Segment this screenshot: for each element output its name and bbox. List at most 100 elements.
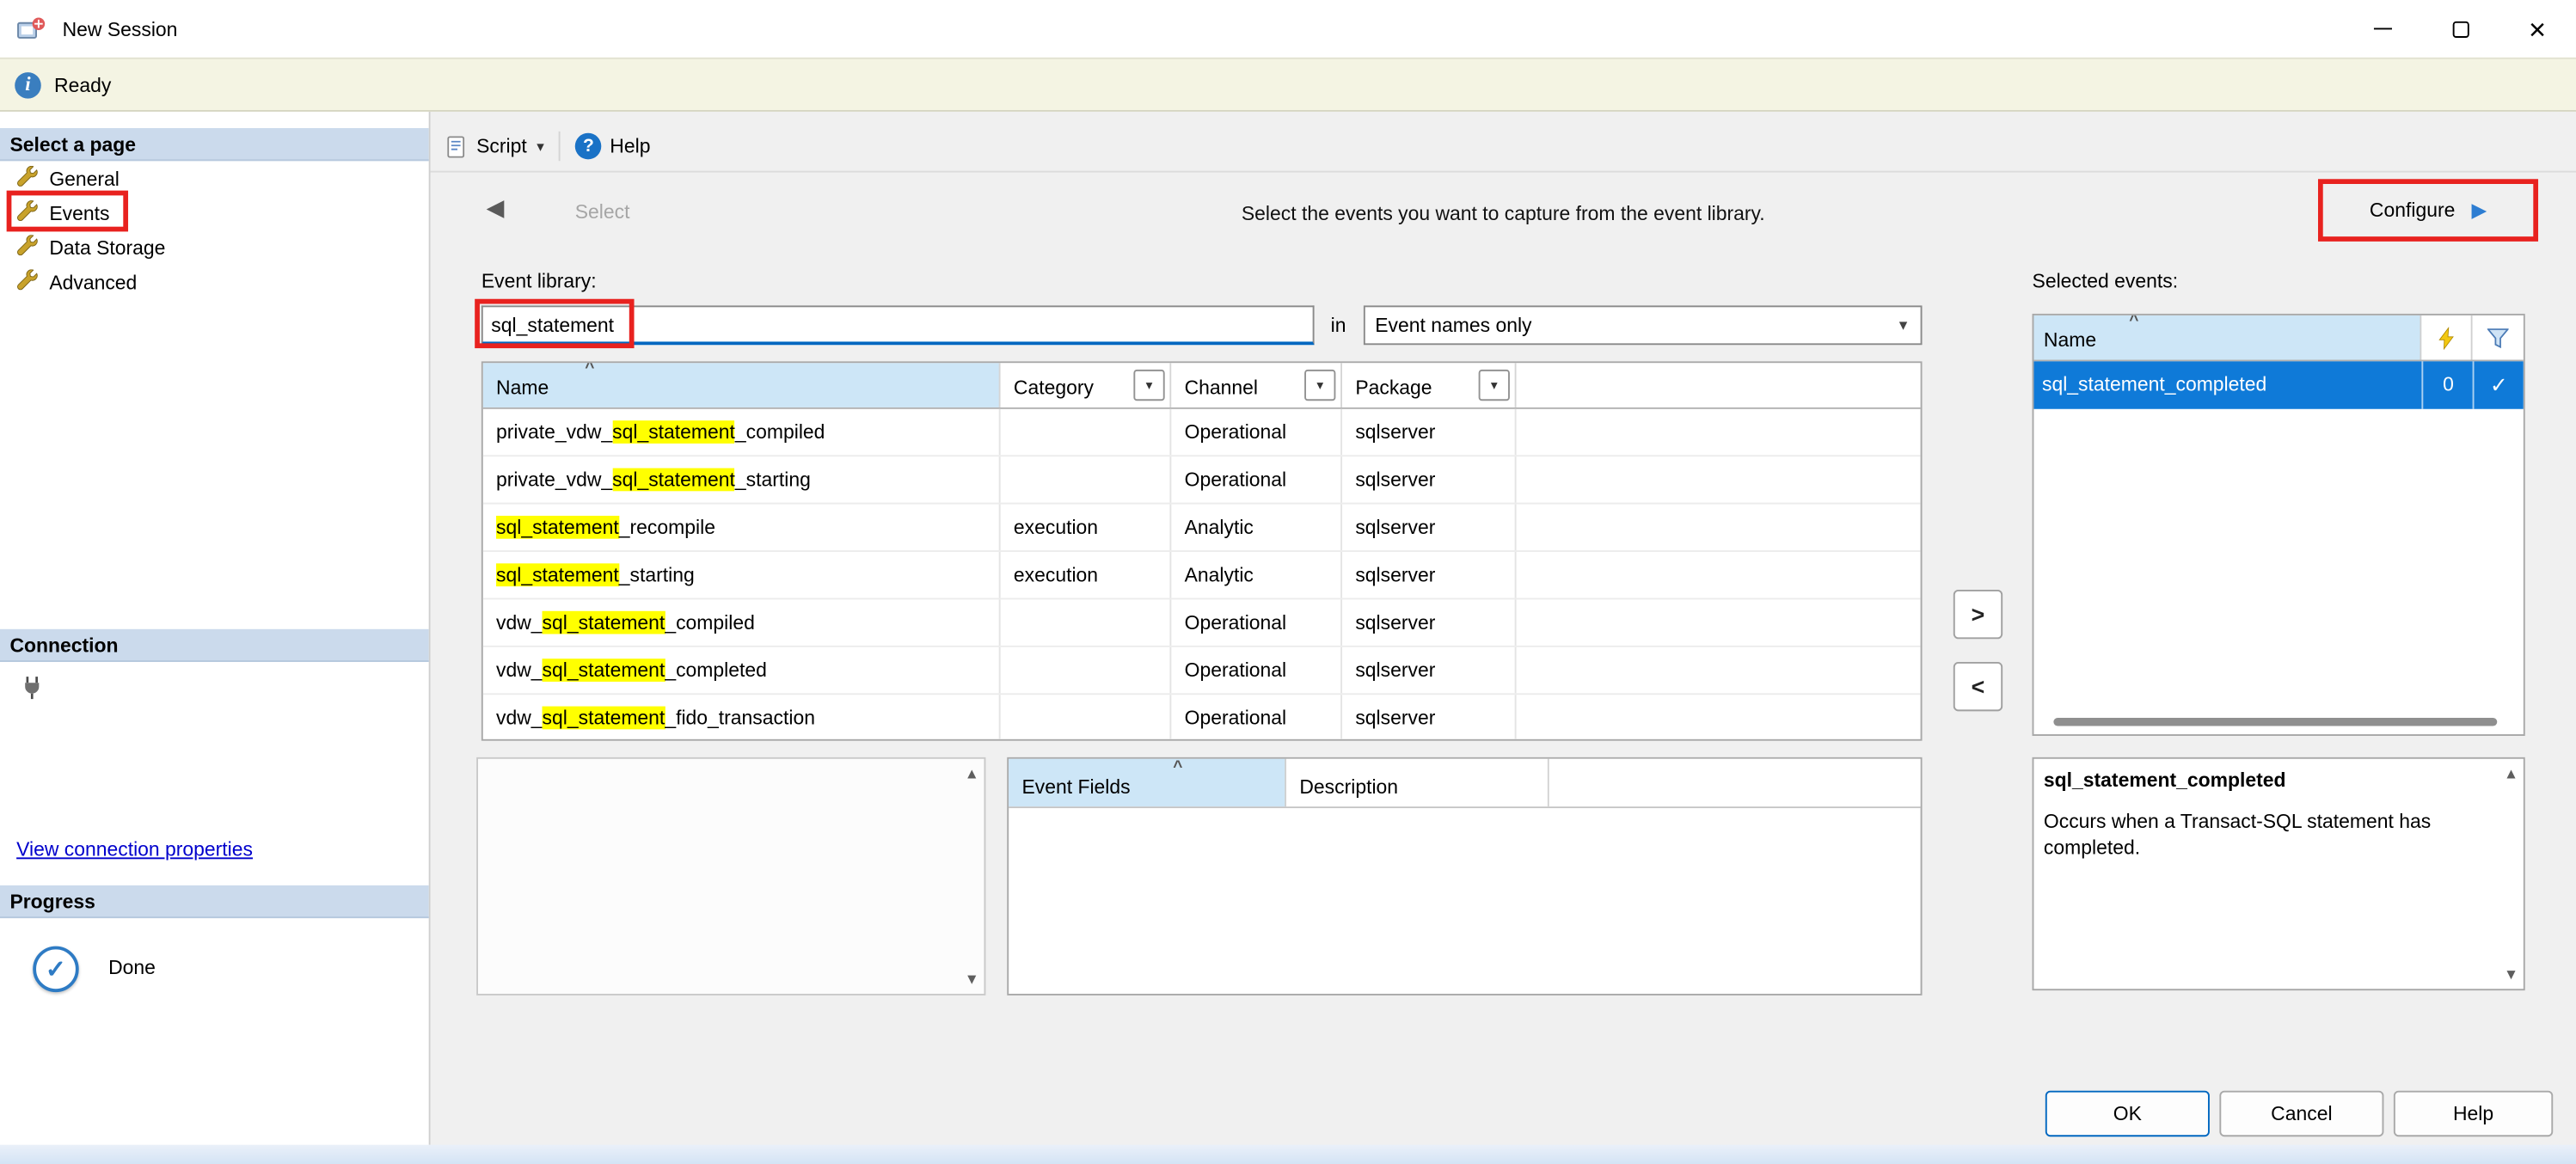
scroll-up-arrow[interactable]: ▲: [2504, 765, 2518, 781]
event-count-header[interactable]: [2422, 316, 2473, 360]
help-button[interactable]: Help: [610, 135, 650, 158]
wrench-icon: [16, 199, 38, 226]
sidebar-item-label: Advanced: [49, 270, 137, 293]
package-filter-button[interactable]: ▾: [1479, 370, 1510, 401]
channel-cell: Analytic: [1171, 505, 1342, 550]
event-name-text: _starting: [619, 563, 695, 586]
category-cell: [1001, 409, 1172, 455]
event-name-text: _compiled: [665, 611, 755, 634]
search-match-highlight: sql_statement: [543, 611, 665, 634]
package-cell: sqlserver: [1342, 505, 1517, 550]
chevron-down-icon: ▾: [1899, 316, 1908, 334]
connection-header: Connection: [0, 629, 429, 662]
event-name-text: _completed: [665, 659, 767, 682]
event-fields-header-row: ^ Event Fields Description: [1009, 759, 1920, 808]
package-cell: sqlserver: [1342, 695, 1517, 740]
search-match-highlight: sql_statement: [543, 707, 665, 730]
cancel-button[interactable]: Cancel: [2219, 1091, 2383, 1136]
description-header[interactable]: Description: [1286, 759, 1549, 806]
table-row[interactable]: vdw_sql_statement_compiled Operational s…: [483, 599, 1921, 646]
event-name-cell: private_vdw_sql_statement_starting: [483, 456, 1001, 502]
channel-cell: Analytic: [1171, 552, 1342, 597]
scroll-down-arrow[interactable]: ▼: [965, 971, 979, 987]
add-event-button[interactable]: >: [1953, 590, 2003, 639]
status-bar: i Ready: [0, 58, 2576, 112]
view-connection-properties-link[interactable]: View connection properties: [16, 837, 253, 861]
title-bar: New Session ×: [0, 0, 2576, 58]
main-panel: Script ▾ ? Help ◀ Select Select the even…: [431, 112, 2576, 1145]
event-library-search-input[interactable]: [481, 305, 1315, 345]
chevron-down-icon: ▾: [1491, 377, 1498, 392]
window-title: New Session: [63, 17, 178, 40]
scrollbar-thumb[interactable]: [2053, 718, 2497, 726]
event-fields-header[interactable]: ^ Event Fields: [1009, 759, 1286, 806]
channel-cell: Operational: [1171, 695, 1342, 740]
event-library-table: ^ Name Category ▾ Channel ▾ Package ▾: [481, 361, 1923, 740]
sidebar-item-advanced[interactable]: Advanced: [16, 265, 137, 299]
library-event-detail-panel: ▲ ▼: [476, 757, 985, 996]
column-header-label: Name: [2044, 328, 2096, 352]
column-header-name[interactable]: ^ Name: [483, 363, 1001, 407]
channel-filter-button[interactable]: ▾: [1304, 370, 1335, 401]
event-name-cell: vdw_sql_statement_compiled: [483, 599, 1001, 645]
filler-cell: [1517, 695, 1921, 740]
help-icon: ?: [575, 133, 602, 160]
scroll-up-arrow[interactable]: ▲: [965, 765, 979, 781]
column-header-label: Name: [496, 377, 549, 400]
table-row[interactable]: sql_statement_recompile execution Analyt…: [483, 505, 1921, 552]
sidebar-item-general[interactable]: General: [16, 161, 120, 195]
ok-button[interactable]: OK: [2045, 1091, 2210, 1136]
sidebar-item-data-storage[interactable]: Data Storage: [16, 230, 165, 264]
connection-icon: [20, 675, 45, 700]
event-name-cell: vdw_sql_statement_completed: [483, 647, 1001, 693]
table-row[interactable]: vdw_sql_statement_completed Operational …: [483, 647, 1921, 695]
table-header-row: ^ Name Category ▾ Channel ▾ Package ▾: [483, 363, 1921, 408]
filler-cell: [1517, 599, 1921, 645]
toolbar-divider: [431, 171, 2576, 173]
window-bottom-edge: [0, 1145, 2576, 1164]
selected-name-header[interactable]: ^ Name: [2033, 316, 2422, 360]
search-match-highlight: sql_statement: [612, 420, 735, 444]
event-library-label: Event library:: [481, 269, 597, 292]
column-header-filler: [1517, 363, 1921, 407]
script-dropdown-button[interactable]: ▾: [537, 138, 544, 156]
lightning-icon: [2438, 326, 2456, 349]
scroll-down-arrow[interactable]: ▼: [2504, 965, 2518, 982]
column-header-label: Package: [1355, 377, 1432, 400]
remove-event-button[interactable]: <: [1953, 662, 2003, 711]
search-match-highlight: sql_statement: [496, 516, 619, 539]
help-footer-button[interactable]: Help: [2394, 1091, 2553, 1136]
selected-event-row[interactable]: sql_statement_completed 0 ✓: [2033, 361, 2523, 408]
sidebar-item-events[interactable]: Events: [16, 195, 109, 230]
category-filter-button[interactable]: ▾: [1133, 370, 1164, 401]
check-icon: ✓: [2473, 361, 2524, 408]
table-row[interactable]: private_vdw_sql_statement_compiled Opera…: [483, 409, 1921, 456]
chevron-down-icon: ▾: [1316, 377, 1323, 392]
category-cell: [1001, 456, 1172, 502]
selected-events-header: ^ Name: [2033, 316, 2523, 361]
table-row[interactable]: sql_statement_starting execution Analyti…: [483, 552, 1921, 599]
column-header-category[interactable]: Category ▾: [1001, 363, 1172, 407]
search-scope-dropdown[interactable]: Event names only ▾: [1364, 305, 1923, 345]
maximize-button[interactable]: [2421, 0, 2499, 58]
table-row[interactable]: private_vdw_sql_statement_starting Opera…: [483, 456, 1921, 504]
filler-cell: [1517, 456, 1921, 502]
event-name-text: vdw_: [496, 707, 543, 730]
configure-button[interactable]: Configure: [2370, 199, 2455, 222]
filter-header[interactable]: [2473, 316, 2524, 360]
table-row[interactable]: vdw_sql_statement_fido_transaction Opera…: [483, 695, 1921, 740]
minimize-button[interactable]: [2345, 0, 2422, 58]
event-name-text: _starting: [735, 469, 811, 492]
filler-cell: [1517, 552, 1921, 597]
event-name-cell: sql_statement_recompile: [483, 505, 1001, 550]
column-header-channel[interactable]: Channel ▾: [1171, 363, 1342, 407]
progress-status: Done: [108, 956, 156, 979]
event-name-text: private_vdw_: [496, 420, 612, 444]
description-title: sql_statement_completed: [2044, 769, 2491, 792]
column-header-package[interactable]: Package ▾: [1342, 363, 1517, 407]
script-button[interactable]: Script: [476, 135, 527, 158]
category-cell: [1001, 647, 1172, 693]
sort-ascending-icon: ^: [2129, 314, 2138, 330]
horizontal-scrollbar[interactable]: [2053, 716, 2497, 727]
close-button[interactable]: ×: [2499, 0, 2576, 58]
